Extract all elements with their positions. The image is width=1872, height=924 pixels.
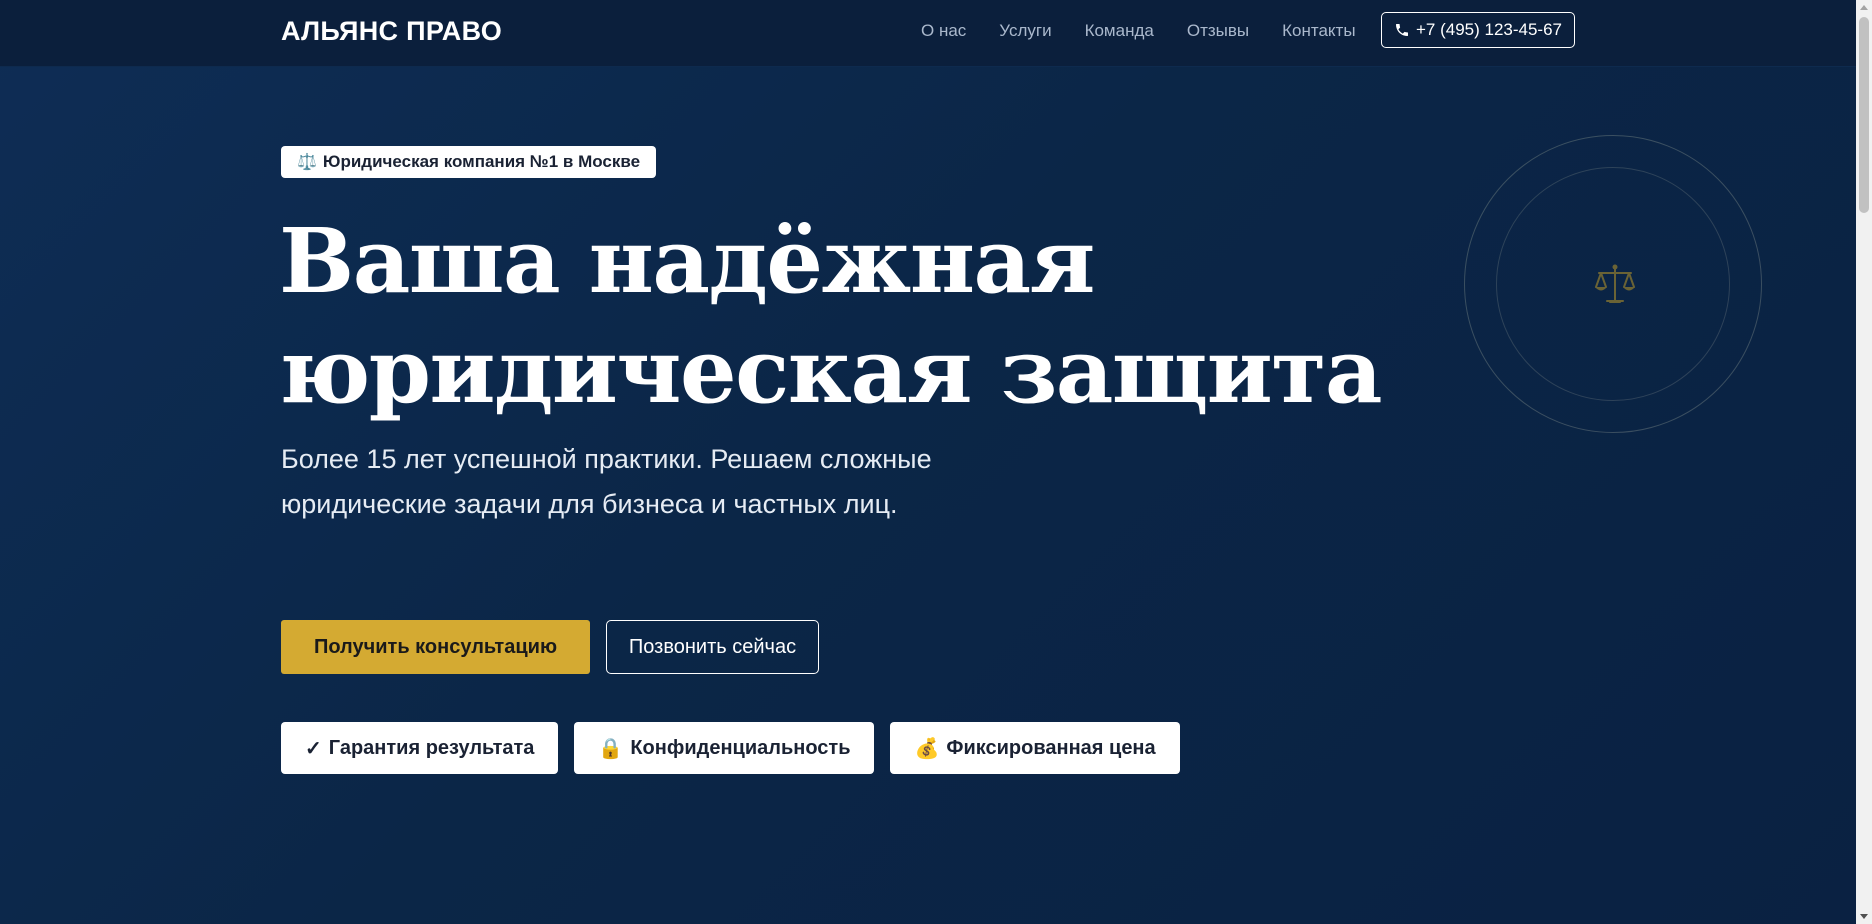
get-consultation-button[interactable]: Получить консультацию — [281, 620, 590, 674]
scroll-down-icon[interactable] — [1860, 914, 1868, 919]
money-bag-icon: 💰 — [914, 737, 940, 760]
nav-link-reviews[interactable]: Отзывы — [1187, 20, 1249, 42]
feature-label: Фиксированная цена — [946, 736, 1156, 759]
scrollbar-thumb[interactable] — [1859, 17, 1869, 213]
phone-icon — [1394, 22, 1410, 38]
call-now-button[interactable]: Позвонить сейчас — [606, 620, 819, 674]
hero-subtitle: Более 15 лет успешной практики. Решаем с… — [281, 444, 932, 519]
feature-label: Конфиденциальность — [630, 736, 851, 759]
check-icon: ✓ — [305, 737, 322, 760]
scales-icon — [1595, 264, 1635, 303]
feature-fixed-price: 💰 Фиксированная цена — [890, 722, 1180, 774]
scales-icon: ⚖️ — [297, 154, 317, 171]
features-list: ✓ Гарантия результата 🔒 Конфиденциальнос… — [281, 722, 1196, 774]
nav-link-services[interactable]: Услуги — [999, 20, 1051, 42]
main-nav: О нас Услуги Команда Отзывы Контакты — [921, 20, 1389, 42]
lock-icon: 🔒 — [598, 737, 624, 760]
hero-title-line-1: Ваша надёжная — [279, 208, 1095, 313]
hero-badge-label: Юридическая компания №1 в Москве — [322, 152, 641, 171]
nav-link-team[interactable]: Команда — [1085, 20, 1154, 42]
feature-confidentiality: 🔒 Конфиденциальность — [574, 722, 875, 774]
nav-link-contacts[interactable]: Контакты — [1282, 20, 1355, 42]
page: АЛЬЯНС ПРАВО О нас Услуги Команда Отзывы… — [0, 0, 1872, 924]
phone-number: +7 (495) 123-45-67 — [1415, 20, 1563, 39]
hero-title: Ваша надёжная юридическая защита — [279, 206, 1383, 426]
site-header: АЛЬЯНС ПРАВО О нас Услуги Команда Отзывы… — [0, 0, 1856, 67]
hero-title-line-2: юридическая защита — [279, 318, 1383, 423]
logo[interactable]: АЛЬЯНС ПРАВО — [281, 14, 502, 48]
scroll-up-icon[interactable] — [1860, 5, 1868, 10]
feature-guarantee: ✓ Гарантия результата — [281, 722, 559, 774]
hero-badge: ⚖️ Юридическая компания №1 в Москве — [281, 146, 657, 178]
phone-button[interactable]: +7 (495) 123-45-67 — [1381, 12, 1575, 48]
feature-label: Гарантия результата — [328, 736, 535, 759]
scrollbar[interactable] — [1856, 0, 1872, 924]
nav-link-about[interactable]: О нас — [921, 20, 966, 42]
